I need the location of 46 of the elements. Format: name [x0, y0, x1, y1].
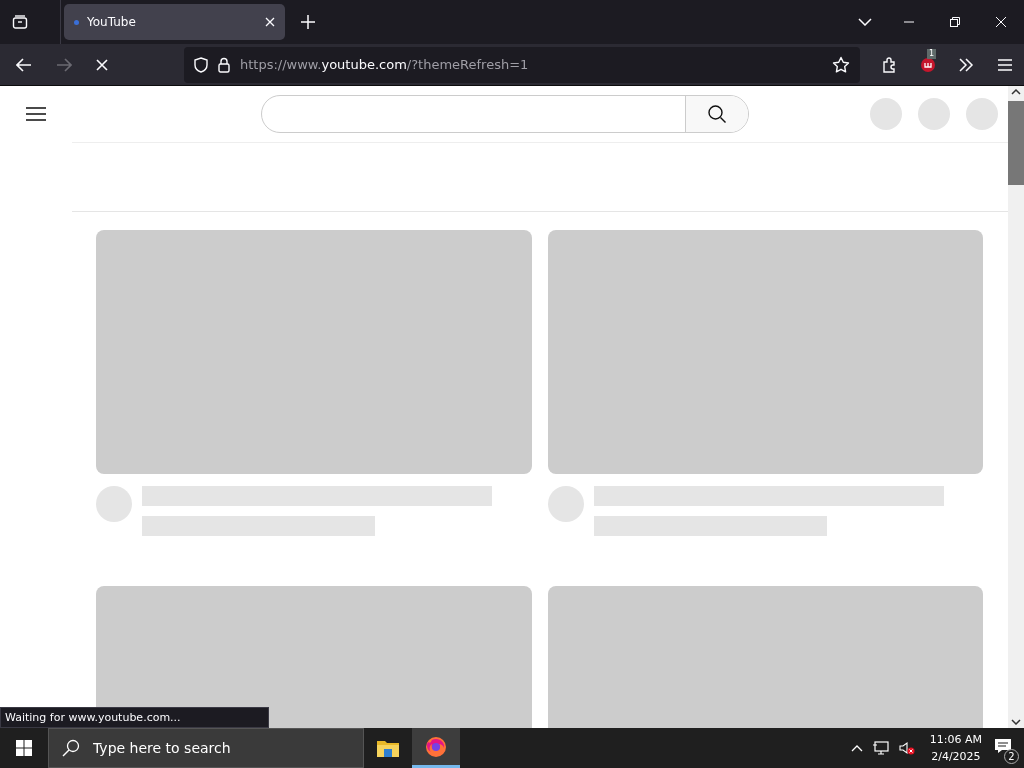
- browser-tab[interactable]: YouTube: [64, 4, 285, 40]
- chevron-up-icon[interactable]: [850, 744, 863, 752]
- icon-placeholder: [918, 98, 950, 130]
- icon-placeholder: [966, 98, 998, 130]
- avatar-placeholder: [96, 486, 132, 522]
- tab-list-icon[interactable]: [12, 14, 28, 30]
- double-chevron-icon[interactable]: [958, 57, 974, 72]
- scroll-down-icon[interactable]: [1011, 719, 1021, 725]
- chevron-down-icon[interactable]: [858, 18, 872, 26]
- close-icon[interactable]: [996, 17, 1006, 27]
- address-bar[interactable]: https://www.youtube.com/?themeRefresh=1: [184, 46, 860, 83]
- avatar-placeholder: [548, 486, 584, 522]
- new-tab-icon[interactable]: [301, 15, 315, 29]
- search-icon: [62, 739, 80, 757]
- clock-date[interactable]: 2/4/2025: [931, 748, 981, 765]
- puzzle-piece-icon[interactable]: [882, 56, 898, 73]
- menu-icon[interactable]: [26, 107, 46, 121]
- browser-logo-icon: [425, 735, 447, 758]
- shield-extension-icon[interactable]: [920, 56, 936, 73]
- folder-icon: [377, 739, 399, 757]
- taskbar-search-field[interactable]: Type here to search: [48, 728, 364, 768]
- status-text: Waiting for www.youtube.com...: [0, 707, 269, 728]
- restore-icon[interactable]: [950, 17, 960, 27]
- extension-badge: 1: [927, 48, 937, 59]
- back-arrow-icon[interactable]: [16, 57, 32, 72]
- notification-icon[interactable]: [994, 738, 1012, 754]
- scrollbar-thumb[interactable]: [1008, 101, 1024, 185]
- star-icon[interactable]: [832, 55, 850, 74]
- lock-icon[interactable]: [218, 56, 230, 73]
- icon-placeholder: [870, 98, 902, 130]
- url-text: https://www.youtube.com/?themeRefresh=1: [240, 57, 529, 72]
- windows-logo-icon[interactable]: [16, 740, 32, 756]
- search-button[interactable]: [685, 96, 748, 132]
- taskbar-app[interactable]: [412, 728, 460, 768]
- muted-speaker-icon[interactable]: [898, 741, 915, 755]
- forward-arrow-icon[interactable]: [56, 57, 72, 72]
- clock-time[interactable]: 11:06 AM: [929, 731, 982, 748]
- close-icon[interactable]: [265, 17, 275, 27]
- stop-icon[interactable]: [96, 58, 108, 71]
- scroll-up-icon[interactable]: [1011, 89, 1021, 95]
- search-icon: [707, 104, 727, 124]
- notification-count: 2: [1004, 749, 1019, 764]
- loading-dot-icon: [74, 19, 79, 25]
- scrollbar[interactable]: [1008, 86, 1024, 728]
- network-icon[interactable]: [872, 741, 889, 755]
- shield-icon[interactable]: [194, 56, 208, 73]
